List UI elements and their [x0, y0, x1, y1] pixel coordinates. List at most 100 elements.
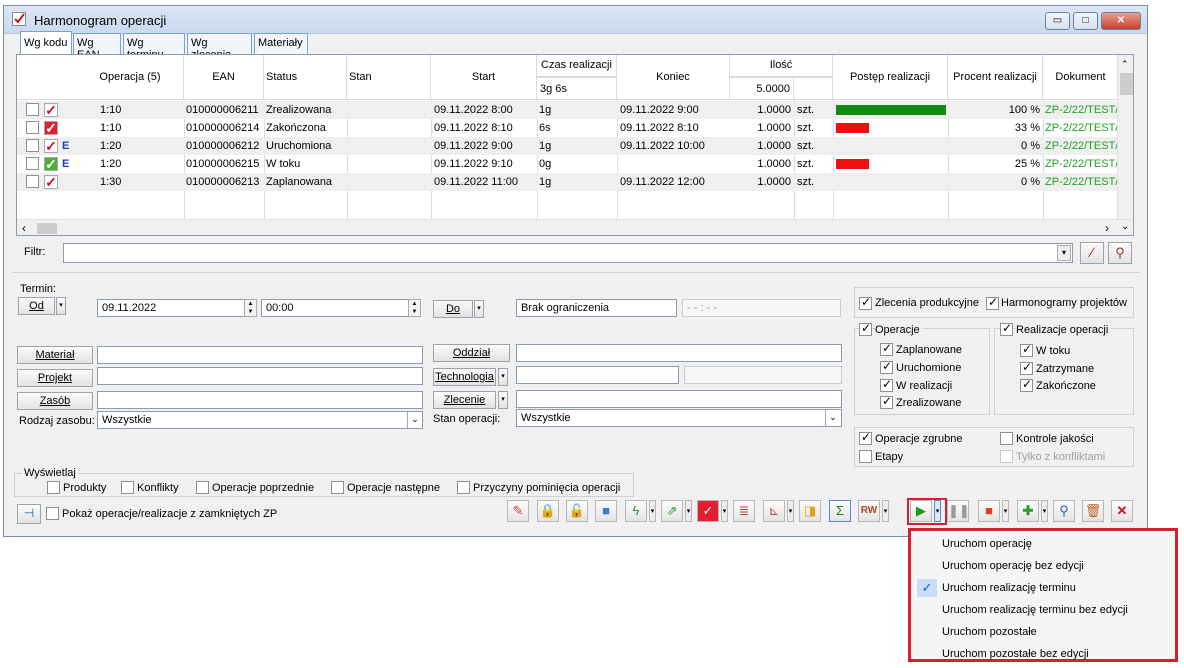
minimize-button[interactable]: ▭ — [1045, 12, 1070, 30]
operacje-nastepne-checkbox[interactable] — [331, 481, 344, 494]
add-dropdown-icon[interactable]: ▾ — [1041, 500, 1048, 522]
technologia-dropdown-icon[interactable]: ▾ — [498, 368, 508, 386]
harmonogramy-projektow-checkbox[interactable] — [986, 295, 999, 310]
zasob-input[interactable] — [97, 391, 423, 409]
pause-icon[interactable]: ❚❚ — [947, 500, 970, 522]
od-date-spinner-icon[interactable]: ▲ ▼ — [244, 299, 257, 317]
produkty-checkbox[interactable] — [47, 481, 60, 494]
od-time-spinner-icon[interactable]: ▲ ▼ — [408, 299, 421, 317]
vertical-scrollbar[interactable]: ⌃ — [1117, 55, 1133, 220]
zlecenie-button[interactable]: Zlecenie — [433, 391, 496, 409]
lock-icon[interactable]: 🔒 — [537, 500, 559, 522]
od-dropdown-icon[interactable]: ▾ — [56, 297, 66, 315]
row-select-checkbox[interactable] — [26, 157, 39, 170]
plan-icon[interactable]: ✎ — [507, 500, 529, 522]
uruchomione-checkbox[interactable] — [880, 359, 893, 374]
filter-settings-icon[interactable]: ⚲ — [1108, 242, 1132, 264]
zrealizowane-checkbox[interactable] — [880, 394, 893, 409]
technologia-input[interactable] — [516, 366, 679, 384]
rodzaj-zasobu-select[interactable]: Wszystkie — [97, 411, 423, 429]
oddzial-button[interactable]: Oddział — [433, 344, 510, 362]
material-input[interactable] — [97, 346, 423, 364]
oddzial-input[interactable] — [516, 344, 842, 362]
operacje-checkbox[interactable] — [859, 321, 872, 336]
col-header-start[interactable]: Start — [431, 55, 537, 100]
tab-wg-zlecenia[interactable]: Wg zlecenia — [187, 33, 252, 61]
stop-icon[interactable]: ■ — [978, 500, 1000, 522]
zakonczone-checkbox[interactable] — [1020, 377, 1033, 392]
pin-icon[interactable]: ⊣ — [17, 504, 41, 524]
do-button[interactable]: Do — [433, 300, 473, 318]
close-button[interactable]: ✕ — [1101, 12, 1141, 30]
stop-dropdown-icon[interactable]: ▾ — [1002, 500, 1009, 522]
scroll-left-icon[interactable]: ‹ — [22, 221, 26, 235]
list-icon[interactable]: ≣ — [733, 500, 755, 522]
col-header-ean[interactable]: EAN — [184, 55, 264, 100]
technologia-button[interactable]: Technologia — [433, 368, 496, 386]
col-header-dokument[interactable]: Dokument — [1043, 55, 1119, 100]
projekt-button[interactable]: Projekt — [17, 369, 93, 387]
filter-input[interactable] — [63, 243, 1073, 263]
zasob-button[interactable]: Zasób — [17, 392, 93, 410]
tab-materialy[interactable]: Materiały — [254, 33, 308, 55]
close-x-icon[interactable]: ✕ — [1111, 500, 1133, 522]
col-header-ilosc[interactable]: Ilość — [730, 55, 833, 77]
konflikty-checkbox[interactable] — [121, 481, 134, 494]
col-header-operacja[interactable]: Operacja (5) — [17, 55, 184, 100]
menu-item[interactable]: Uruchom pozostałe — [911, 622, 1175, 643]
gantt-dropdown-icon[interactable]: ▾ — [787, 500, 794, 522]
do-dropdown-icon[interactable]: ▾ — [474, 300, 484, 318]
rw-icon[interactable]: RW — [858, 500, 880, 522]
scroll-up-icon[interactable]: ⌃ — [1121, 59, 1129, 70]
zaplanowane-checkbox[interactable] — [880, 341, 893, 356]
reschedule-dropdown-icon[interactable]: ▾ — [685, 500, 692, 522]
stan-operacji-select[interactable]: Wszystkie — [516, 409, 842, 427]
do-date-input[interactable]: Brak ograniczenia — [516, 299, 677, 317]
material-button[interactable]: Materiał — [17, 346, 93, 364]
od-date-input[interactable]: 09.11.2022 — [97, 299, 257, 317]
zlecenie-input[interactable] — [516, 390, 842, 408]
lightning-dropdown-icon[interactable]: ▾ — [649, 500, 656, 522]
col-header-status[interactable]: Status — [264, 55, 347, 100]
menu-item[interactable]: Uruchom pozostałe bez edycji — [911, 644, 1175, 665]
scroll-thumb[interactable] — [1120, 73, 1133, 95]
table-row[interactable]: ✓ E 1:20 010000006215 W toku 09.11.2022 9:10 0… — [17, 155, 1124, 173]
kontrole-jakosci-checkbox[interactable] — [1000, 432, 1013, 445]
row-select-checkbox[interactable] — [26, 175, 39, 188]
operacje-zgrubne-checkbox[interactable] — [859, 430, 872, 445]
search-icon[interactable]: ⚲ — [1053, 500, 1075, 522]
trash-icon[interactable]: 🗑 — [1082, 500, 1104, 522]
menu-item[interactable]: Uruchom operację bez edycji — [911, 556, 1175, 577]
operacje-poprzednie-checkbox[interactable] — [196, 481, 209, 494]
pokaz-zamkniete-checkbox[interactable] — [46, 507, 59, 520]
sum-icon[interactable]: Σ — [829, 500, 851, 522]
table-row[interactable]: ✓ 1:10 010000006214 Zakończona 09.11.2022 8:… — [17, 119, 1124, 137]
scroll-down-icon[interactable]: ⌄ — [1121, 221, 1129, 232]
row-select-checkbox[interactable] — [26, 121, 39, 134]
rodzaj-zasobu-chevron-icon[interactable]: ⌄ — [407, 412, 422, 428]
run-icon[interactable]: ▶ — [910, 500, 932, 522]
przyczyny-pominiecia-checkbox[interactable] — [457, 481, 470, 494]
menu-item[interactable]: Uruchom realizację terminu bez edycji — [911, 600, 1175, 621]
menu-item[interactable]: Uruchom operację — [911, 534, 1175, 555]
table-row[interactable]: ✓ E 1:20 010000006212 Uruchomiona 09.11.2022 … — [17, 137, 1124, 155]
rw-dropdown-icon[interactable]: ▾ — [882, 500, 889, 522]
realizacje-operacji-checkbox[interactable] — [1000, 321, 1013, 336]
reschedule-icon[interactable]: ⇗ — [661, 500, 683, 522]
tab-wg-terminu[interactable]: Wg terminu — [123, 33, 185, 61]
clear-filter-icon[interactable]: ⁄ — [1080, 242, 1104, 264]
document-icon[interactable]: ◨ — [799, 500, 821, 522]
row-select-checkbox[interactable] — [26, 103, 39, 116]
scroll-right-icon[interactable]: › — [1105, 221, 1109, 235]
zlecenie-dropdown-icon[interactable]: ▾ — [498, 391, 508, 409]
col-header-czas[interactable]: Czas realizacji — [537, 55, 617, 77]
unlock-icon[interactable]: 🔓 — [566, 500, 588, 522]
w-realizacji-checkbox[interactable] — [880, 377, 893, 392]
col-header-koniec[interactable]: Koniec — [617, 55, 730, 100]
resources-icon[interactable]: ■ — [595, 500, 617, 522]
zlecenia-produkcyjne-checkbox[interactable] — [859, 295, 872, 310]
projekt-input[interactable] — [97, 367, 423, 385]
row-select-checkbox[interactable] — [26, 139, 39, 152]
od-button[interactable]: Od — [18, 297, 55, 315]
add-icon[interactable]: ✚ — [1017, 500, 1039, 522]
